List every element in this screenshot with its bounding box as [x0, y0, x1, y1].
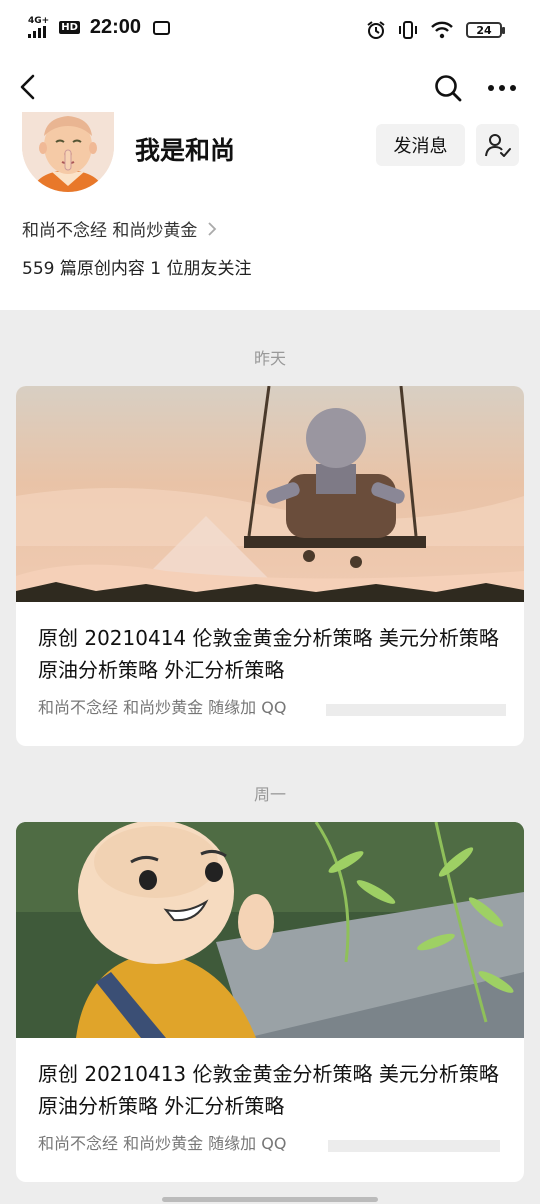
- article-cover-image: [16, 822, 524, 1038]
- account-description[interactable]: 和尚不念经 和尚炒黄金: [22, 216, 217, 241]
- hd-badge: HD: [59, 21, 80, 34]
- article-source: 和尚不念经 和尚炒黄金 随缘加 QQ: [16, 1122, 524, 1154]
- battery-icon: 24: [466, 22, 505, 38]
- user-check-icon: [484, 134, 511, 157]
- account-stats: 559 篇原创内容 1 位朋友关注: [22, 259, 252, 279]
- article-source-text: 和尚不念经 和尚炒黄金 随缘加 QQ: [38, 1134, 287, 1153]
- follow-button[interactable]: [476, 124, 519, 166]
- article-card[interactable]: 原创 20210413 伦敦金黄金分析策略 美元分析策略 原油分析策略 外汇分析…: [16, 822, 524, 1182]
- signal-icon: 4G+: [28, 17, 49, 38]
- date-divider: 周一: [253, 785, 286, 804]
- status-bar: 4G+ HD 22:00 24: [0, 0, 540, 62]
- article-card[interactable]: 原创 20210414 伦敦金黄金分析策略 美元分析策略 原油分析策略 外汇分析…: [16, 386, 524, 746]
- home-indicator[interactable]: [162, 1197, 378, 1202]
- date-divider: 昨天: [253, 349, 286, 368]
- app-notification-icon: [153, 20, 171, 35]
- redaction-bar: [328, 1140, 500, 1152]
- article-source-text: 和尚不念经 和尚炒黄金 随缘加 QQ: [38, 698, 287, 717]
- send-message-button[interactable]: 发消息: [376, 124, 465, 166]
- redaction-bar: [326, 704, 506, 716]
- article-title: 原创 20210414 伦敦金黄金分析策略 美元分析策略 原油分析策略 外汇分析…: [38, 626, 499, 682]
- battery-level: 24: [476, 23, 492, 37]
- network-type: 4G+: [28, 16, 50, 26]
- more-options-icon[interactable]: [487, 76, 517, 100]
- alarm-icon: [367, 21, 385, 39]
- search-icon[interactable]: [434, 74, 462, 102]
- article-title: 原创 20210413 伦敦金黄金分析策略 美元分析策略 原油分析策略 外汇分析…: [38, 1062, 499, 1118]
- article-cover-image: [16, 386, 524, 602]
- account-name: 我是和尚: [135, 136, 236, 165]
- wifi-icon: [431, 21, 453, 39]
- top-nav-bar: [0, 62, 540, 112]
- account-profile: 我是和尚 发消息 和尚不念经 和尚炒黄金 559 篇原创内容 1 位朋友关注: [0, 112, 540, 310]
- back-arrow-icon[interactable]: [18, 74, 38, 100]
- article-source: 和尚不念经 和尚炒黄金 随缘加 QQ: [16, 686, 524, 718]
- description-text: 和尚不念经 和尚炒黄金: [22, 221, 198, 241]
- chevron-right-icon: [208, 221, 217, 236]
- vibrate-icon: [399, 21, 417, 39]
- avatar[interactable]: [22, 112, 114, 192]
- clock: 22:00: [89, 16, 142, 38]
